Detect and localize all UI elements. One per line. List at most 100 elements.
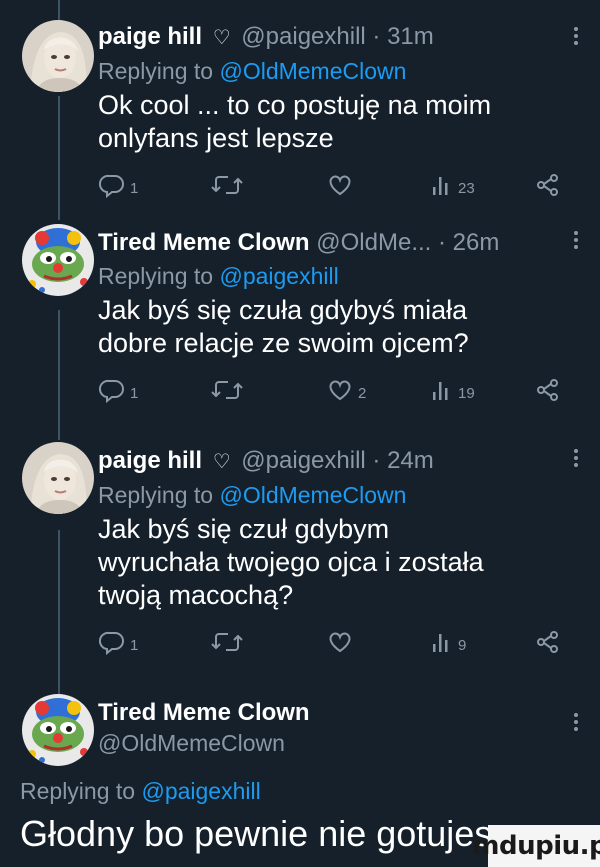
tweet-text-line: Jak byś się czuł gdybym	[98, 514, 390, 544]
heart-badge: ♡	[212, 451, 231, 473]
conversation-feed: paige hill ♡ @paigexhill · 31m Replying …	[0, 0, 600, 867]
tweet-text: Jak byś się czuł gdybym wyruchała twojeg…	[98, 513, 560, 612]
reply-count: 1	[130, 179, 139, 197]
clown-frog-avatar-icon	[22, 224, 94, 296]
author-handle[interactable]: @paigexhill	[241, 447, 365, 474]
timestamp[interactable]: 31m	[387, 23, 434, 50]
reply-button[interactable]: 1	[98, 376, 138, 404]
heart-icon	[329, 380, 351, 401]
author-handle[interactable]: @OldMemeClown	[98, 730, 285, 756]
more-options-button[interactable]	[566, 446, 586, 474]
retweet-button[interactable]	[210, 376, 248, 404]
avatar-paige-hill[interactable]	[22, 20, 94, 92]
share-icon	[537, 631, 558, 653]
views-button[interactable]: 19	[430, 376, 475, 404]
avatar-paige-hill[interactable]	[22, 442, 94, 514]
share-icon	[537, 379, 558, 401]
author-name[interactable]: Tired Meme Clown	[98, 699, 310, 726]
main-tweet-text: Głodny bo pewnie nie gotujesz	[20, 813, 511, 854]
woman-portrait-avatar-icon	[22, 442, 94, 514]
share-button[interactable]	[534, 376, 562, 404]
share-button[interactable]	[534, 171, 562, 199]
author-handle[interactable]: @OldMe...	[316, 229, 431, 256]
author-name[interactable]: Tired Meme Clown	[98, 229, 310, 256]
share-button[interactable]	[534, 628, 562, 656]
retweet-icon	[211, 381, 243, 399]
like-count: 2	[358, 384, 367, 402]
reply-count: 1	[130, 384, 139, 402]
avatar-tired-meme-clown[interactable]	[22, 224, 94, 296]
author-name[interactable]: paige hill	[98, 447, 202, 474]
more-options-button[interactable]	[566, 710, 586, 738]
views-button[interactable]: 23	[430, 171, 475, 199]
tweet-actions: 1 23	[98, 171, 560, 207]
tweet-header: paige hill ♡ @paigexhill · 24m	[98, 446, 560, 477]
tweet-header: Tired Meme Clown	[98, 698, 560, 728]
tweet-text-line: onlyfans jest lepsze	[98, 123, 334, 153]
clown-frog-avatar-icon	[22, 694, 94, 766]
tweet-text-line: dobre relacje ze swoim ojcem?	[98, 328, 469, 358]
replying-to: Replying to @paigexhill	[20, 778, 261, 805]
reply-icon	[98, 631, 124, 656]
views-icon	[433, 177, 448, 195]
tweet-header: Tired Meme Clown @OldMe... · 26m	[98, 228, 560, 258]
replying-to-label: Replying to	[98, 263, 214, 289]
author-handle[interactable]: @paigexhill	[241, 23, 365, 50]
reply-mention-link[interactable]: @paigexhill	[141, 778, 260, 804]
reply-icon	[98, 174, 124, 199]
thread-line	[58, 0, 60, 20]
author-handle-row: @OldMemeClown	[98, 728, 560, 758]
thread-line	[58, 310, 60, 440]
views-count: 19	[458, 384, 475, 402]
tweet-text-line: twoją macochą?	[98, 580, 294, 610]
replying-to-label: Replying to	[98, 58, 214, 84]
reply-count: 1	[130, 636, 139, 654]
views-count: 9	[458, 636, 467, 654]
views-button[interactable]: 9	[430, 628, 466, 656]
avatar-tired-meme-clown[interactable]	[22, 694, 94, 766]
reply-button[interactable]: 1	[98, 628, 138, 656]
more-options-button[interactable]	[566, 228, 586, 256]
timestamp[interactable]: 24m	[387, 447, 434, 474]
views-icon	[433, 634, 448, 652]
tweet: paige hill ♡ @paigexhill · 31m Replying …	[98, 22, 560, 207]
retweet-button[interactable]	[210, 628, 248, 656]
author-name[interactable]: paige hill	[98, 23, 202, 50]
like-button[interactable]: 2	[326, 376, 366, 404]
tweet-text: Jak byś się czuła gdybyś miała dobre rel…	[98, 294, 560, 360]
woman-portrait-avatar-icon	[22, 20, 94, 92]
reply-mention-link[interactable]: @paigexhill	[219, 263, 338, 289]
retweet-icon	[211, 176, 243, 194]
heart-icon	[329, 632, 351, 653]
like-button[interactable]	[326, 628, 358, 656]
share-icon	[537, 174, 558, 196]
tweet-text-line: Ok cool ... to co postuję na moim	[98, 90, 492, 120]
heart-icon	[329, 175, 351, 196]
tweet-text-line: wyruchała twojego ojca i została	[98, 547, 484, 577]
retweet-icon	[211, 633, 243, 651]
tweet-text-line: Jak byś się czuła gdybyś miała	[98, 295, 468, 325]
reply-button[interactable]: 1	[98, 171, 138, 199]
reply-mention-link[interactable]: @OldMemeClown	[219, 58, 406, 84]
watermark-logo: mdupiu.pl	[472, 825, 600, 867]
views-count: 23	[458, 179, 475, 197]
replying-to-label: Replying to	[98, 482, 214, 508]
thread-line	[58, 530, 60, 694]
separator-dot: ·	[372, 447, 381, 474]
tweet: paige hill ♡ @paigexhill · 24m Replying …	[98, 446, 560, 664]
tweet-header: paige hill ♡ @paigexhill · 31m	[98, 22, 560, 53]
replying-to: Replying to @paigexhill	[98, 260, 560, 292]
timestamp[interactable]: 26m	[453, 229, 500, 256]
replying-to: Replying to @OldMemeClown	[98, 55, 560, 87]
views-icon	[433, 382, 448, 400]
like-button[interactable]	[326, 171, 358, 199]
retweet-button[interactable]	[210, 171, 248, 199]
replying-to-label: Replying to	[20, 778, 136, 804]
tweet-text: Ok cool ... to co postuję na moim onlyfa…	[98, 89, 560, 155]
thread-line	[58, 96, 60, 220]
main-tweet-header: Tired Meme Clown @OldMemeClown	[98, 698, 560, 758]
reply-icon	[98, 379, 124, 404]
tweet-actions: 1 2 19	[98, 376, 560, 412]
more-options-button[interactable]	[566, 24, 586, 52]
reply-mention-link[interactable]: @OldMemeClown	[219, 482, 406, 508]
